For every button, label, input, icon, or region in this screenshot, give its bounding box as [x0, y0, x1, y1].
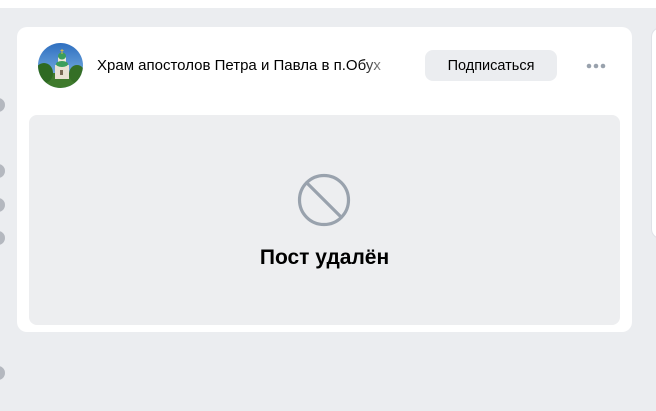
subscribe-button[interactable]: Подписаться: [425, 50, 557, 81]
left-sidebar-dot[interactable]: [0, 98, 5, 112]
top-bar: [0, 0, 656, 8]
author-name[interactable]: Храм апостолов Петра и Павла в п.Обух: [97, 56, 397, 76]
blocked-circle-icon: [296, 172, 352, 228]
deleted-post-message: Пост удалён: [259, 246, 390, 269]
more-horizontal-icon: [586, 63, 606, 69]
left-sidebar-dot[interactable]: [0, 231, 5, 245]
post-card: Храм апостолов Петра и Павла в п.Обух По…: [17, 27, 632, 332]
church-photo-icon: [38, 43, 83, 88]
left-sidebar-dot[interactable]: [0, 198, 5, 212]
more-options-button[interactable]: [582, 57, 610, 75]
author-avatar[interactable]: [38, 43, 83, 88]
right-side-card: [651, 27, 656, 239]
left-sidebar-dot[interactable]: [0, 366, 5, 380]
left-sidebar-dot[interactable]: [0, 164, 5, 178]
deleted-post-placeholder: Пост удалён: [29, 115, 620, 325]
